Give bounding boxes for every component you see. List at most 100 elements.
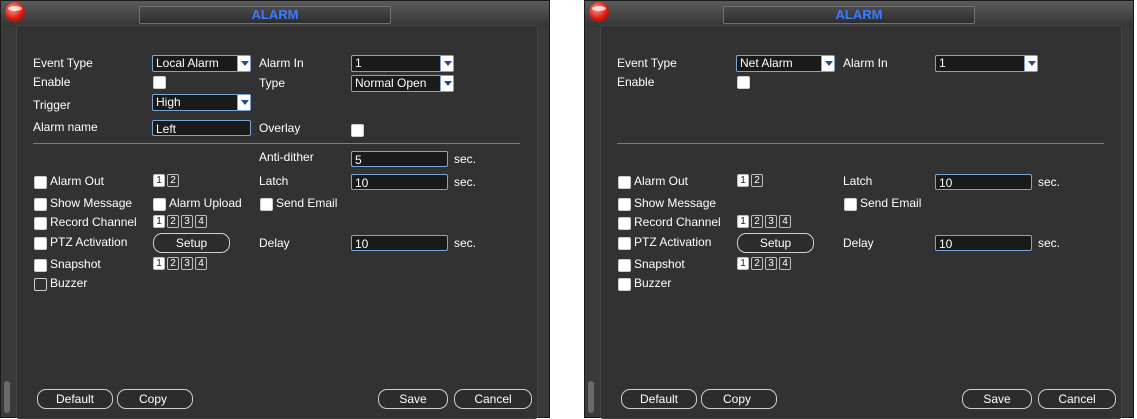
cancel-button[interactable]: Cancel <box>1038 389 1116 409</box>
channel-toggle[interactable]: 1 <box>153 215 165 228</box>
alarm-out-checkbox[interactable] <box>34 176 47 189</box>
record-channel-checkbox[interactable] <box>34 217 47 230</box>
divider <box>617 143 1104 144</box>
alarm-out-channels: 1 2 <box>737 174 763 187</box>
alarm-window-local: ALARM Event Type Local Alarm Alarm In 1 … <box>0 0 550 419</box>
trigger-select[interactable]: High <box>152 94 251 111</box>
channel-toggle[interactable]: 1 <box>737 215 749 228</box>
channel-toggle[interactable]: 2 <box>751 257 763 270</box>
alarm-out-label: Alarm Out <box>634 174 689 188</box>
channel-toggle[interactable]: 1 <box>153 257 165 270</box>
buzzer-checkbox[interactable] <box>618 278 631 291</box>
overlay-checkbox[interactable] <box>351 124 364 137</box>
delay-input[interactable]: 10 <box>935 235 1032 251</box>
copy-button[interactable]: Copy <box>117 389 193 409</box>
enable-checkbox[interactable] <box>153 76 166 89</box>
window-title: ALARM <box>251 7 299 22</box>
latch-label: Latch <box>259 174 289 188</box>
buzzer-label: Buzzer <box>50 276 88 290</box>
channel-toggle[interactable]: 4 <box>195 215 207 228</box>
alarm-out-channels: 1 2 <box>153 174 179 187</box>
channel-toggle[interactable]: 1 <box>153 174 165 187</box>
channel-toggle[interactable]: 2 <box>167 215 179 228</box>
trigger-label: Trigger <box>33 98 71 112</box>
latch-input[interactable]: 10 <box>935 174 1032 190</box>
title-bar: ALARM <box>1 1 549 27</box>
send-email-checkbox[interactable] <box>260 198 273 211</box>
send-email-label: Send Email <box>860 196 922 210</box>
chevron-down-icon <box>237 56 250 71</box>
channel-toggle[interactable]: 4 <box>779 257 791 270</box>
event-type-label: Event Type <box>33 56 93 70</box>
alarm-out-checkbox[interactable] <box>618 176 631 189</box>
channel-toggle[interactable]: 2 <box>167 174 179 187</box>
snapshot-checkbox[interactable] <box>34 259 47 272</box>
send-email-label: Send Email <box>276 196 338 210</box>
save-button[interactable]: Save <box>378 389 448 409</box>
channel-toggle[interactable]: 1 <box>737 257 749 270</box>
channel-toggle[interactable]: 2 <box>751 215 763 228</box>
channel-toggle[interactable]: 3 <box>765 257 777 270</box>
ptz-activation-checkbox[interactable] <box>34 237 47 250</box>
ptz-setup-button[interactable]: Setup <box>153 233 230 253</box>
buzzer-checkbox[interactable] <box>34 278 47 291</box>
event-type-value: Local Alarm <box>156 56 219 70</box>
chevron-down-icon <box>821 56 834 71</box>
scrollbar[interactable] <box>588 381 594 413</box>
delay-unit: sec. <box>1038 236 1061 250</box>
channel-toggle[interactable]: 4 <box>779 215 791 228</box>
alarm-window-net: ALARM Event Type Net Alarm Alarm In 1 En… <box>584 0 1134 419</box>
show-message-label: Show Message <box>634 196 717 210</box>
record-channels: 1 2 3 4 <box>153 215 207 228</box>
anti-dither-label: Anti-dither <box>259 150 314 164</box>
channel-toggle[interactable]: 2 <box>167 257 179 270</box>
channel-toggle[interactable]: 2 <box>751 174 763 187</box>
show-message-checkbox[interactable] <box>34 198 47 211</box>
alarm-in-select[interactable]: 1 <box>351 55 454 72</box>
send-email-checkbox[interactable] <box>844 198 857 211</box>
alarm-in-label: Alarm In <box>259 56 304 70</box>
chevron-down-icon <box>440 56 453 71</box>
anti-dither-input[interactable]: 5 <box>351 151 448 167</box>
channel-toggle[interactable]: 3 <box>181 215 193 228</box>
type-select[interactable]: Normal Open <box>351 75 454 92</box>
scrollbar[interactable] <box>4 381 10 413</box>
ptz-setup-button[interactable]: Setup <box>737 233 814 253</box>
alarm-upload-checkbox[interactable] <box>153 198 166 211</box>
latch-unit: sec. <box>454 175 477 189</box>
chevron-down-icon <box>1024 56 1037 71</box>
anti-dither-unit: sec. <box>454 152 477 166</box>
delay-label: Delay <box>259 236 290 250</box>
enable-checkbox[interactable] <box>737 76 750 89</box>
event-type-select[interactable]: Net Alarm <box>736 55 835 72</box>
ptz-activation-label: PTZ Activation <box>50 235 128 249</box>
copy-button[interactable]: Copy <box>701 389 777 409</box>
latch-input[interactable]: 10 <box>351 174 448 190</box>
record-channel-label: Record Channel <box>634 215 721 229</box>
delay-label: Delay <box>843 236 874 250</box>
channel-toggle[interactable]: 1 <box>737 174 749 187</box>
alarm-out-label: Alarm Out <box>50 174 105 188</box>
alarm-in-select[interactable]: 1 <box>935 55 1038 72</box>
settings-panel: Event Type Net Alarm Alarm In 1 Enable A… <box>600 25 1122 419</box>
channel-toggle[interactable]: 3 <box>181 257 193 270</box>
ptz-activation-checkbox[interactable] <box>618 237 631 250</box>
delay-input[interactable]: 10 <box>351 235 448 251</box>
event-type-select[interactable]: Local Alarm <box>152 55 251 72</box>
buzzer-label: Buzzer <box>634 276 672 290</box>
snapshot-label: Snapshot <box>634 257 685 271</box>
record-channel-label: Record Channel <box>50 215 137 229</box>
record-channel-checkbox[interactable] <box>618 217 631 230</box>
chevron-down-icon <box>440 76 453 91</box>
alarm-in-value: 1 <box>355 56 362 70</box>
alarm-name-input[interactable]: Left <box>152 120 251 136</box>
show-message-checkbox[interactable] <box>618 198 631 211</box>
channel-toggle[interactable]: 3 <box>765 215 777 228</box>
default-button[interactable]: Default <box>621 389 697 409</box>
save-button[interactable]: Save <box>962 389 1032 409</box>
default-button[interactable]: Default <box>37 389 113 409</box>
cancel-button[interactable]: Cancel <box>454 389 532 409</box>
snapshot-checkbox[interactable] <box>618 259 631 272</box>
channel-toggle[interactable]: 4 <box>195 257 207 270</box>
delay-unit: sec. <box>454 236 477 250</box>
